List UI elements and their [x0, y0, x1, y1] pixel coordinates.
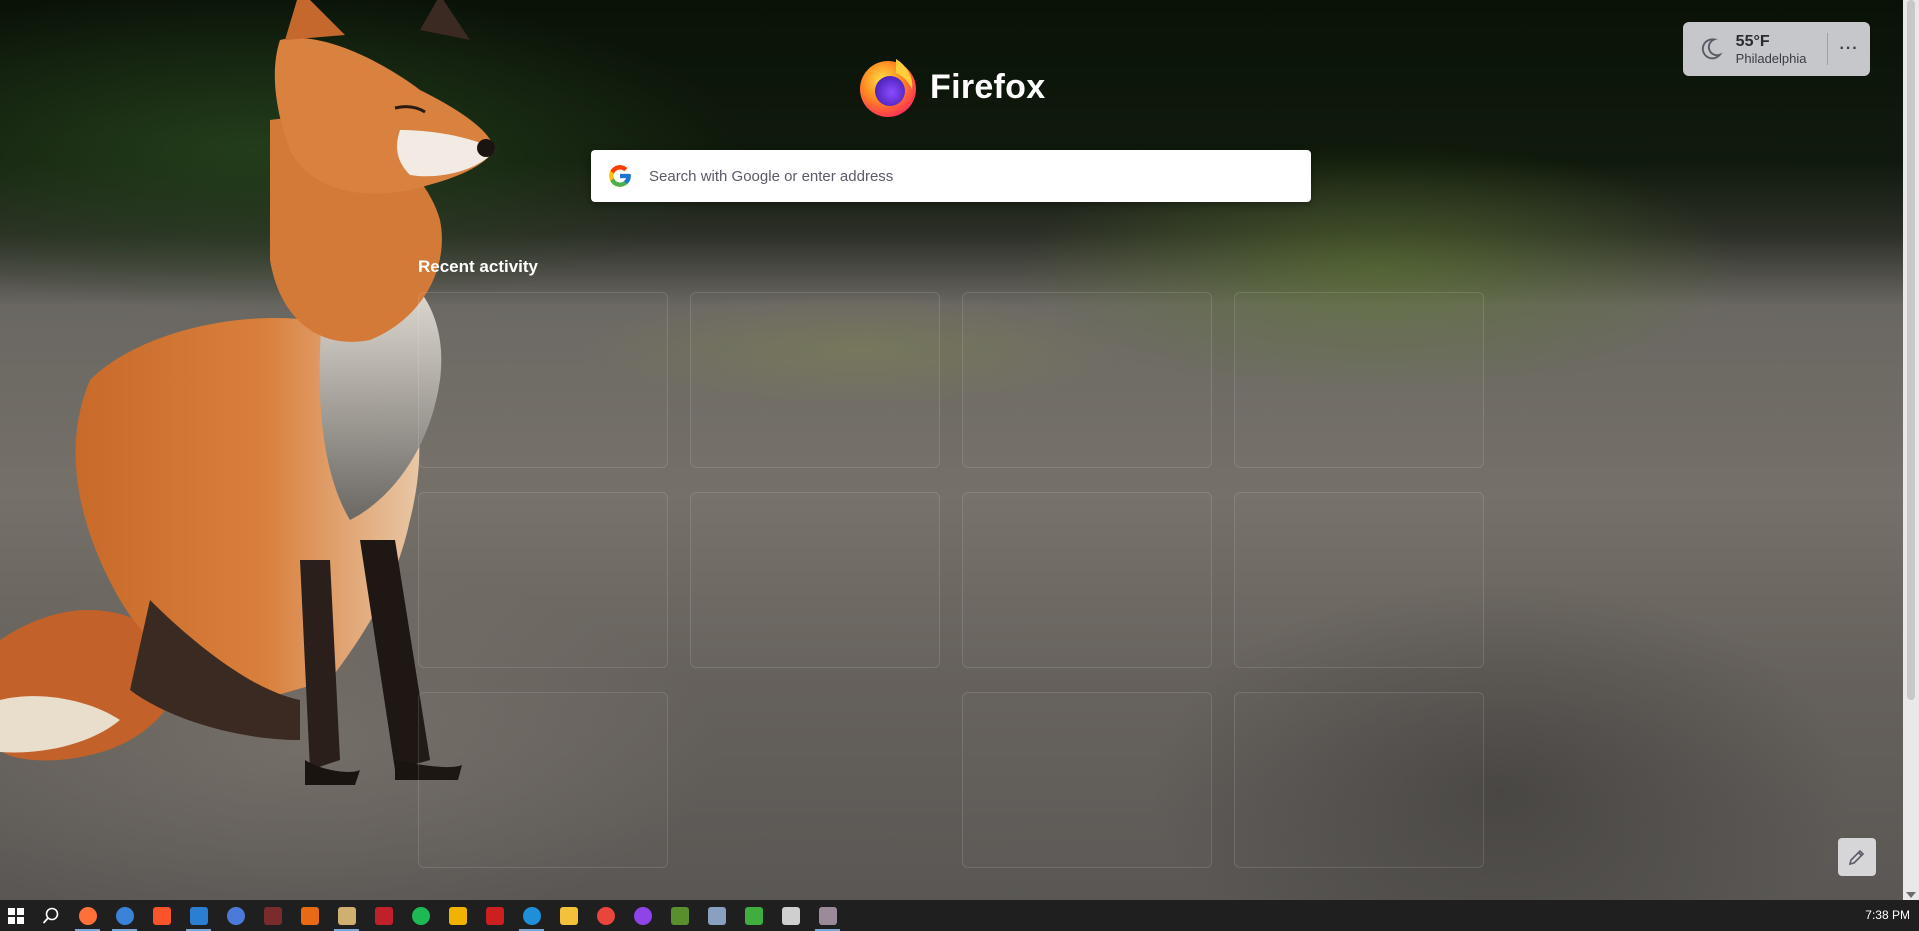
taskbar-app-app-gray-window[interactable]: [809, 900, 846, 931]
app-blue-star-icon: [189, 906, 208, 925]
taskbar-app-app-orange-b[interactable]: [291, 900, 328, 931]
recent-activity-title: Recent activity: [418, 257, 538, 276]
start-button[interactable]: [0, 900, 32, 931]
chrome-icon: [596, 906, 615, 925]
system-clock[interactable]: 7:38 PM: [1865, 900, 1910, 931]
taskbar-app-app-active-window[interactable]: [328, 900, 365, 931]
firefox-logo-icon: [860, 59, 916, 117]
taskbar-app-brave[interactable]: [143, 900, 180, 931]
scroll-down-arrow-icon[interactable]: [1906, 892, 1916, 898]
crescent-moon-icon: [1701, 38, 1723, 60]
windows-logo-icon: [8, 907, 24, 924]
brave-icon: [152, 906, 171, 925]
firefox-icon: [78, 906, 97, 925]
taskbar-app-app-blue-circle[interactable]: [217, 900, 254, 931]
app-remote-desktop-icon: [707, 906, 726, 925]
activity-card[interactable]: [418, 692, 668, 868]
taskbar-app-app-dark-figure[interactable]: [254, 900, 291, 931]
pencil-icon: [1848, 849, 1865, 866]
taskbar-app-firefox[interactable]: [69, 900, 106, 931]
file-explorer-icon: [559, 906, 578, 925]
search-input[interactable]: [647, 166, 1311, 186]
customize-button[interactable]: [1838, 838, 1876, 876]
app-red-rect-icon: [374, 906, 393, 925]
taskbar-app-settings[interactable]: [772, 900, 809, 931]
weather-widget[interactable]: 55°F Philadelphia ···: [1683, 22, 1870, 76]
taskbar-app-app-yellow-cross[interactable]: [439, 900, 476, 931]
search-icon: [42, 907, 58, 924]
app-dark-figure-icon: [263, 906, 282, 925]
activity-card[interactable]: [690, 492, 940, 668]
activity-card[interactable]: [962, 292, 1212, 468]
background-image: [0, 0, 1919, 900]
taskbar-app-app-blue-star[interactable]: [180, 900, 217, 931]
weather-info: 55°F Philadelphia: [1736, 33, 1827, 66]
taskbar-app-thunderbird[interactable]: [106, 900, 143, 931]
taskbar-apps: [69, 900, 846, 931]
taskbar-app-app-green-gear[interactable]: [661, 900, 698, 931]
activity-card[interactable]: [962, 692, 1212, 868]
taskbar-app-chrome[interactable]: [587, 900, 624, 931]
taskbar-app-app-purple-circle[interactable]: [624, 900, 661, 931]
activity-card[interactable]: [962, 492, 1212, 668]
google-icon: [609, 165, 631, 187]
taskbar-app-edge[interactable]: [513, 900, 550, 931]
scrollbar-thumb[interactable]: [1907, 0, 1915, 700]
weather-city: Philadelphia: [1735, 50, 1807, 66]
app-green-gear-icon: [670, 906, 689, 925]
activity-card[interactable]: [418, 292, 668, 468]
taskbar-app-file-explorer[interactable]: [550, 900, 587, 931]
taskbar-app-app-remote-desktop[interactable]: [698, 900, 735, 931]
app-green-lock-icon: [744, 906, 763, 925]
weather-temperature: 55°F: [1735, 32, 1770, 50]
taskbar-search-button[interactable]: [32, 900, 69, 931]
activity-card[interactable]: [1234, 492, 1484, 668]
firefox-wordmark: Firefox: [930, 67, 1046, 106]
activity-card[interactable]: [690, 292, 940, 468]
app-purple-circle-icon: [633, 906, 652, 925]
activity-card[interactable]: [418, 492, 668, 668]
thunderbird-icon: [115, 906, 134, 925]
app-yellow-cross-icon: [448, 906, 467, 925]
more-icon: ···: [1839, 40, 1859, 57]
taskbar-app-app-green-lock[interactable]: [735, 900, 772, 931]
search-bar[interactable]: [591, 150, 1311, 202]
taskbar-app-spotify[interactable]: [402, 900, 439, 931]
app-gray-window-icon: [818, 906, 837, 925]
page-scrollbar[interactable]: [1903, 0, 1919, 900]
taskbar-app-app-red-rect[interactable]: [365, 900, 402, 931]
windows-taskbar: 7:38 PM: [0, 900, 1919, 931]
spotify-icon: [411, 906, 430, 925]
firefox-logo: Firefox: [856, 52, 1045, 122]
edge-icon: [522, 906, 541, 925]
activity-card[interactable]: [1234, 292, 1484, 468]
weather-menu-button[interactable]: ···: [1828, 22, 1870, 76]
settings-icon: [781, 906, 800, 925]
app-orange-b-icon: [300, 906, 319, 925]
activity-card[interactable]: [1234, 692, 1484, 868]
app-blue-circle-icon: [226, 906, 245, 925]
taskbar-app-app-red-doc[interactable]: [476, 900, 513, 931]
app-red-doc-icon: [485, 906, 504, 925]
app-active-window-icon: [337, 906, 356, 925]
